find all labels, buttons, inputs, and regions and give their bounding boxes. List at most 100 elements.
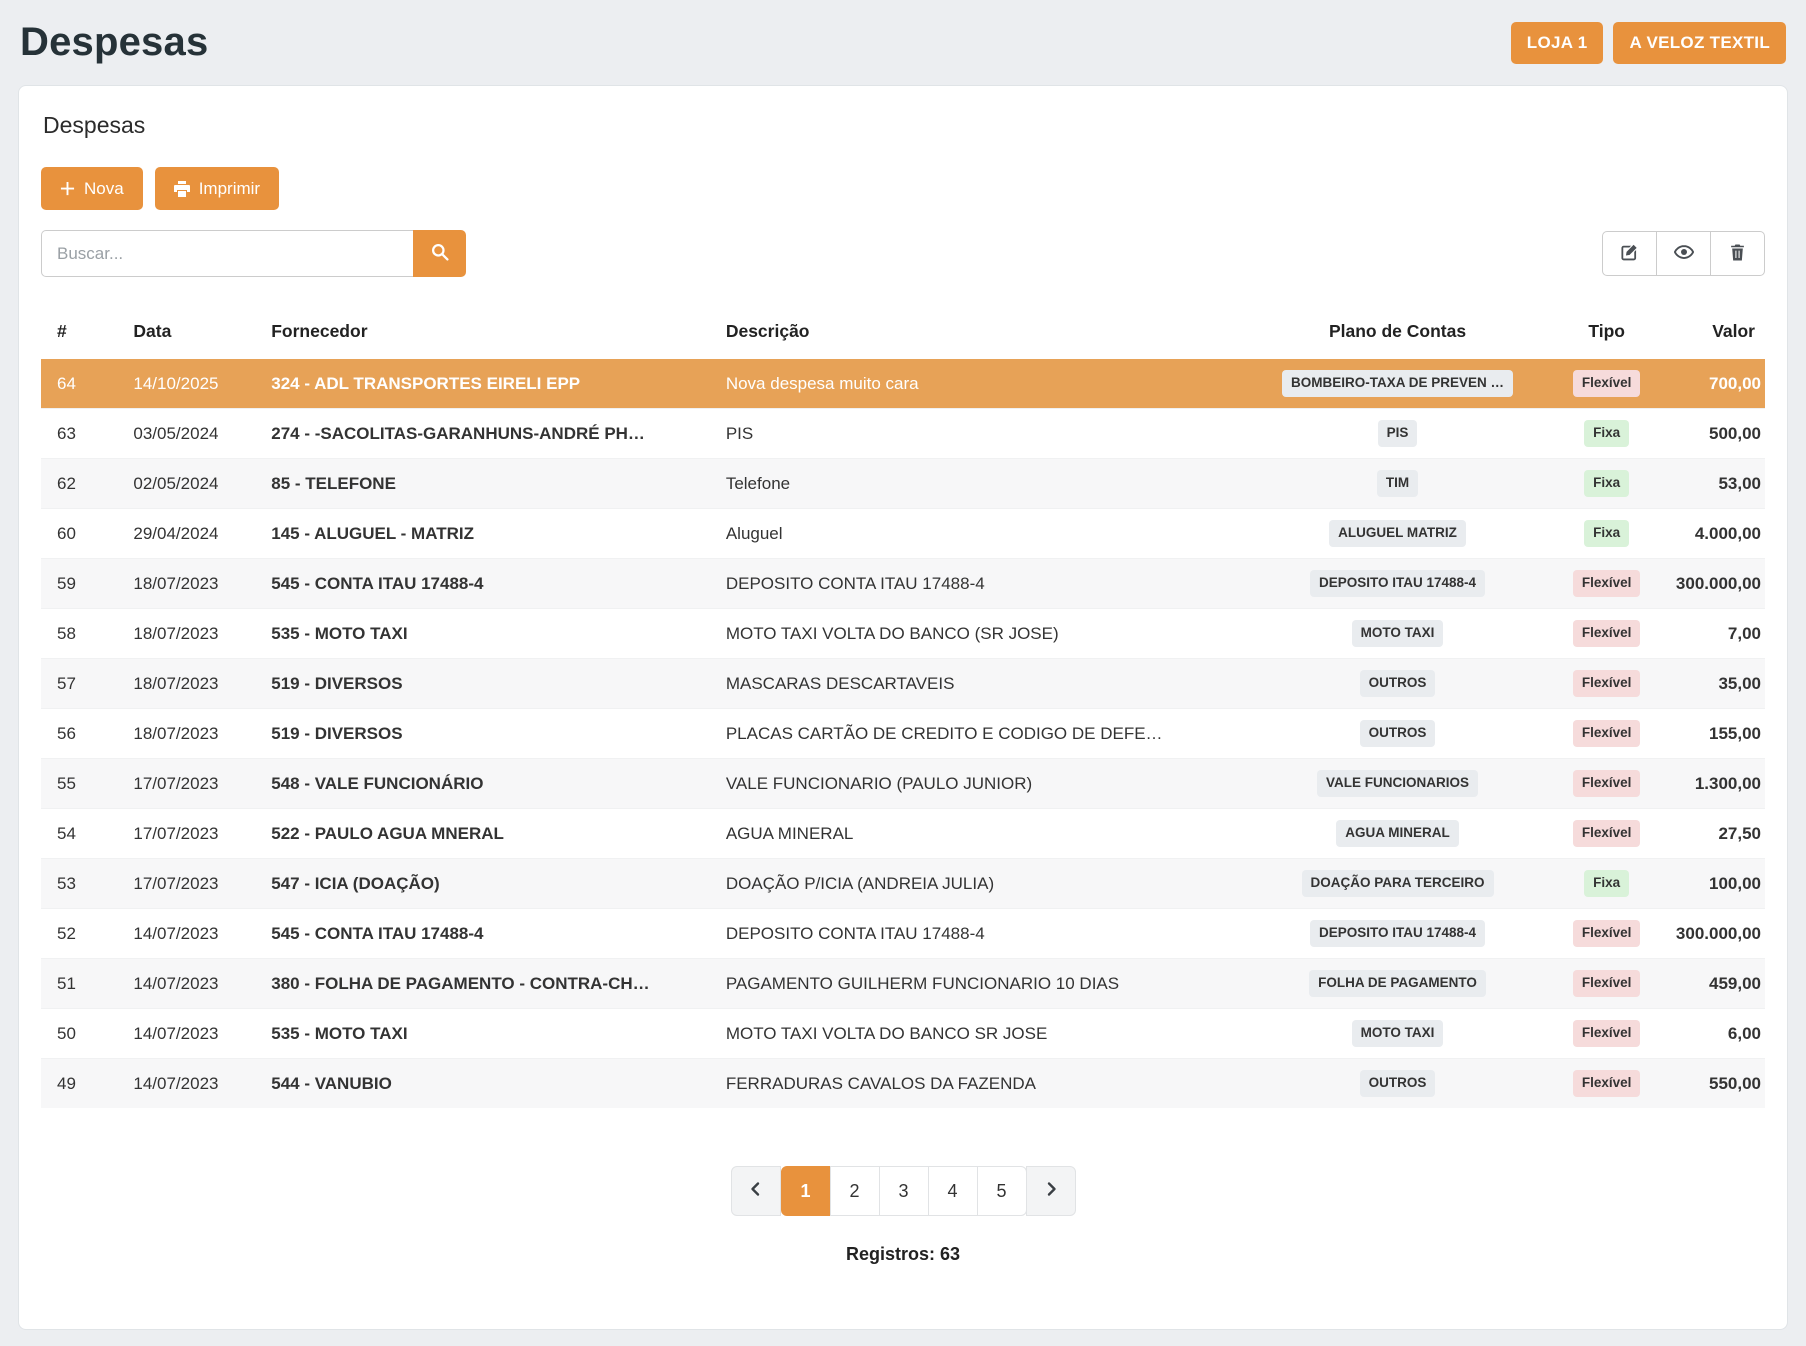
row-value: 4.000,00 (1666, 509, 1765, 559)
row-id: 64 (41, 359, 123, 409)
row-date: 18/07/2023 (123, 559, 261, 609)
search-input[interactable] (41, 230, 413, 277)
row-tools (1602, 231, 1765, 276)
expenses-card: Despesas Nova Imprimir (18, 85, 1788, 1330)
table-row[interactable]: 57 18/07/2023 519 - DIVERSOS MASCARAS DE… (41, 659, 1765, 709)
print-button[interactable]: Imprimir (155, 167, 279, 210)
trash-icon (1729, 244, 1746, 264)
view-button[interactable] (1656, 231, 1711, 276)
row-account-cell: DEPOSITO ITAU 17488-4 (1248, 909, 1548, 959)
store-button[interactable]: LOJA 1 (1511, 22, 1604, 64)
row-account-cell: VALE FUNCIONARIOS (1248, 759, 1548, 809)
account-badge: FOLHA DE PAGAMENTO (1309, 970, 1486, 996)
table-row[interactable]: 62 02/05/2024 85 - TELEFONE Telefone TIM… (41, 459, 1765, 509)
row-value: 459,00 (1666, 959, 1765, 1009)
row-date: 14/07/2023 (123, 1009, 261, 1059)
row-date: 02/05/2024 (123, 459, 261, 509)
row-value: 300.000,00 (1666, 909, 1765, 959)
topbar: Despesas LOJA 1 A VELOZ TEXTIL (18, 16, 1788, 75)
row-type-cell: Fixa (1547, 509, 1665, 559)
chevron-right-icon (1043, 1181, 1059, 1202)
row-supplier: 535 - MOTO TAXI (261, 609, 716, 659)
expenses-table: # Data Fornecedor Descrição Plano de Con… (41, 307, 1765, 1108)
type-badge: Fixa (1584, 470, 1629, 496)
search-icon (431, 243, 449, 264)
table-row[interactable]: 54 17/07/2023 522 - PAULO AGUA MNERAL AG… (41, 809, 1765, 859)
chevron-left-icon (748, 1181, 764, 1202)
row-description: AGUA MINERAL (716, 809, 1248, 859)
row-type-cell: Flexível (1547, 809, 1665, 859)
table-row[interactable]: 56 18/07/2023 519 - DIVERSOS PLACAS CART… (41, 709, 1765, 759)
type-badge: Flexível (1573, 370, 1641, 396)
row-description: Nova despesa muito cara (716, 359, 1248, 409)
row-account-cell: DEPOSITO ITAU 17488-4 (1248, 559, 1548, 609)
row-type-cell: Flexível (1547, 659, 1665, 709)
delete-button[interactable] (1710, 231, 1765, 276)
type-badge: Flexível (1573, 770, 1641, 796)
search-group (41, 230, 466, 277)
row-date: 17/07/2023 (123, 859, 261, 909)
row-supplier: 544 - VANUBIO (261, 1059, 716, 1109)
table-row[interactable]: 63 03/05/2024 274 - -SACOLITAS-GARANHUNS… (41, 409, 1765, 459)
row-supplier: 274 - -SACOLITAS-GARANHUNS-ANDRÉ PH… (261, 409, 716, 459)
pagination-page-1[interactable]: 1 (781, 1166, 831, 1216)
row-supplier: 380 - FOLHA DE PAGAMENTO - CONTRA-CH… (261, 959, 716, 1009)
row-value: 35,00 (1666, 659, 1765, 709)
type-badge: Fixa (1584, 420, 1629, 446)
type-badge: Flexível (1573, 670, 1641, 696)
table-row[interactable]: 52 14/07/2023 545 - CONTA ITAU 17488-4 D… (41, 909, 1765, 959)
account-badge: BOMBEIRO-TAXA DE PREVEN … (1282, 370, 1513, 396)
actions-row: Nova Imprimir (41, 167, 1765, 210)
table-row[interactable]: 55 17/07/2023 548 - VALE FUNCIONÁRIO VAL… (41, 759, 1765, 809)
row-value: 300.000,00 (1666, 559, 1765, 609)
row-description: PIS (716, 409, 1248, 459)
pagination-page-2[interactable]: 2 (830, 1166, 880, 1216)
row-supplier: 547 - ICIA (DOAÇÃO) (261, 859, 716, 909)
account-badge: AGUA MINERAL (1336, 820, 1459, 846)
row-description: DOAÇÃO P/ICIA (ANDREIA JULIA) (716, 859, 1248, 909)
row-date: 14/07/2023 (123, 959, 261, 1009)
row-value: 1.300,00 (1666, 759, 1765, 809)
table-row[interactable]: 53 17/07/2023 547 - ICIA (DOAÇÃO) DOAÇÃO… (41, 859, 1765, 909)
table-row[interactable]: 58 18/07/2023 535 - MOTO TAXI MOTO TAXI … (41, 609, 1765, 659)
row-date: 29/04/2024 (123, 509, 261, 559)
pagination-next[interactable] (1026, 1166, 1076, 1216)
pagination-page-4[interactable]: 4 (928, 1166, 978, 1216)
row-value: 100,00 (1666, 859, 1765, 909)
edit-button[interactable] (1602, 231, 1657, 276)
column-header-id: # (41, 307, 123, 359)
row-id: 55 (41, 759, 123, 809)
topbar-buttons: LOJA 1 A VELOZ TEXTIL (1511, 22, 1786, 64)
type-badge: Flexível (1573, 720, 1641, 746)
table-body: 64 14/10/2025 324 - ADL TRANSPORTES EIRE… (41, 359, 1765, 1109)
plus-icon (60, 181, 75, 196)
table-row[interactable]: 59 18/07/2023 545 - CONTA ITAU 17488-4 D… (41, 559, 1765, 609)
row-account-cell: OUTROS (1248, 709, 1548, 759)
company-button[interactable]: A VELOZ TEXTIL (1613, 22, 1786, 64)
table-row[interactable]: 49 14/07/2023 544 - VANUBIO FERRADURAS C… (41, 1059, 1765, 1109)
table-row[interactable]: 64 14/10/2025 324 - ADL TRANSPORTES EIRE… (41, 359, 1765, 409)
row-id: 58 (41, 609, 123, 659)
pagination-page-5[interactable]: 5 (977, 1166, 1027, 1216)
type-badge: Flexível (1573, 570, 1641, 596)
row-account-cell: MOTO TAXI (1248, 1009, 1548, 1059)
column-header-supplier: Fornecedor (261, 307, 716, 359)
row-account-cell: PIS (1248, 409, 1548, 459)
search-button[interactable] (413, 230, 466, 277)
row-account-cell: BOMBEIRO-TAXA DE PREVEN … (1248, 359, 1548, 409)
pagination-page-3[interactable]: 3 (879, 1166, 929, 1216)
pagination-prev[interactable] (731, 1166, 781, 1216)
table-row[interactable]: 51 14/07/2023 380 - FOLHA DE PAGAMENTO -… (41, 959, 1765, 1009)
row-account-cell: AGUA MINERAL (1248, 809, 1548, 859)
column-header-value: Valor (1666, 307, 1765, 359)
account-badge: ALUGUEL MATRIZ (1329, 520, 1466, 546)
new-expense-button[interactable]: Nova (41, 167, 143, 210)
row-value: 27,50 (1666, 809, 1765, 859)
account-badge: OUTROS (1360, 670, 1436, 696)
column-header-description: Descrição (716, 307, 1248, 359)
row-account-cell: OUTROS (1248, 1059, 1548, 1109)
row-description: PLACAS CARTÃO DE CREDITO E CODIGO DE DEF… (716, 709, 1248, 759)
table-row[interactable]: 50 14/07/2023 535 - MOTO TAXI MOTO TAXI … (41, 1009, 1765, 1059)
type-badge: Fixa (1584, 520, 1629, 546)
table-row[interactable]: 60 29/04/2024 145 - ALUGUEL - MATRIZ Alu… (41, 509, 1765, 559)
